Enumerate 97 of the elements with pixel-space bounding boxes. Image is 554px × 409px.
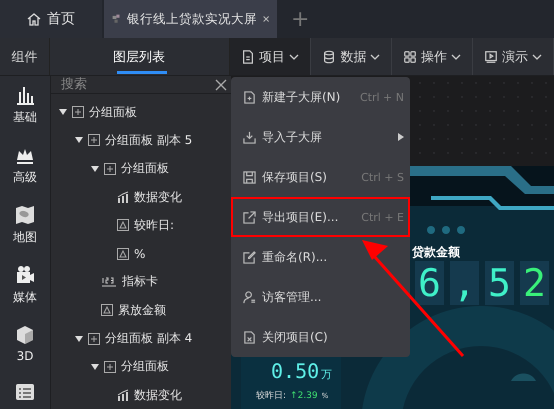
caret-icon[interactable] (75, 336, 83, 342)
menu-item[interactable]: 导入子大屏 (231, 117, 410, 157)
text-frame-icon (101, 304, 113, 316)
layer-label: 指标卡 (122, 273, 158, 290)
document-icon (112, 12, 121, 26)
shortcut-label: Ctrl + N (360, 90, 404, 104)
digit: 2 (520, 261, 549, 305)
layer-item[interactable]: 分组面板 副本 4 (51, 324, 231, 353)
toolbar-menu-button[interactable]: 操作 (392, 38, 474, 75)
digit: 5 (485, 261, 514, 305)
cube-icon (14, 324, 36, 346)
edit-icon (243, 250, 256, 264)
menu-item[interactable]: 关闭项目(C) (231, 317, 410, 357)
user-icon (243, 290, 256, 304)
text-frame-icon (117, 248, 129, 260)
menu-item[interactable]: 新建子大屏(N) Ctrl + N (231, 77, 410, 117)
layer-label: 累放金额 (118, 302, 166, 319)
video-camera-icon (14, 264, 36, 286)
file-icon (241, 50, 255, 64)
caret-icon[interactable] (59, 109, 67, 116)
rail-label[interactable]: 地图 (13, 229, 37, 246)
shortcut-label: Ctrl + E (361, 210, 404, 224)
chevron-down-icon (451, 54, 462, 60)
digit: 6 (415, 261, 444, 305)
menu-item[interactable]: 访客管理... (231, 277, 410, 317)
rail-label[interactable]: 高级 (13, 169, 37, 186)
chevron-down-icon (289, 54, 299, 60)
tab[interactable]: 首页 (0, 0, 102, 38)
layer-item[interactable]: 指标卡 (51, 268, 231, 296)
grid-icon (403, 50, 418, 64)
text-frame-icon (117, 219, 129, 232)
tab-label: 首页 (47, 10, 75, 28)
rail-label[interactable]: 基础 (13, 109, 37, 126)
group-icon (88, 134, 100, 146)
panel-tab[interactable]: 图层列表 (50, 38, 230, 75)
layer-label: % (134, 246, 146, 261)
layer-label: 分组面板 (89, 104, 137, 121)
save-icon (243, 170, 256, 184)
line-chart-icon (117, 191, 129, 204)
chevron-down-icon (370, 54, 380, 60)
layer-item[interactable]: 数据变化 (51, 380, 231, 409)
close-icon[interactable] (215, 78, 227, 90)
rail-label[interactable]: 3D (16, 349, 34, 363)
menu-item[interactable]: 导出项目(E)... Ctrl + E (231, 197, 410, 237)
group-icon (104, 360, 116, 373)
shortcut-label: Ctrl + S (361, 170, 404, 184)
line-chart-icon (117, 389, 129, 402)
layer-item[interactable]: 较昨日: (51, 211, 231, 240)
layer-item[interactable]: 分组面板 (51, 98, 231, 126)
close-file-icon (243, 330, 256, 344)
compare-label: 较昨日: (256, 390, 286, 402)
change-value: ↑2.39 (290, 390, 318, 400)
group-icon (104, 162, 116, 175)
layer-item[interactable]: 分组面板 (51, 154, 231, 183)
rail-label[interactable]: 媒体 (13, 289, 37, 306)
caret-icon[interactable] (75, 137, 83, 144)
panel-tab[interactable]: 组件 (0, 38, 50, 75)
card-value: 0.50 (271, 359, 320, 383)
layer-item[interactable]: 数据变化 (51, 182, 231, 212)
close-icon[interactable] (262, 14, 269, 24)
layer-label: 分组面板 副本 4 (105, 330, 192, 348)
tab-label: 银行线上贷款实况大屏 (126, 10, 257, 28)
layer-label: 数据变化 (134, 188, 182, 206)
chevron-down-icon (532, 54, 542, 60)
digit: , (450, 261, 479, 305)
dashboard-title: 贷款金额 (412, 244, 460, 261)
number-card-icon (101, 276, 117, 288)
home-icon (27, 12, 41, 26)
bar-chart-icon (14, 84, 36, 106)
download-icon (243, 130, 256, 144)
card-unit: 万 (321, 367, 332, 382)
database-icon (322, 50, 336, 64)
external-link-icon (243, 210, 256, 224)
menu-item[interactable]: 保存项目(S) Ctrl + S (231, 157, 410, 197)
menu-item[interactable]: 重命名(R)... (231, 237, 410, 277)
toolbar-menu-button[interactable]: 演示 (473, 38, 554, 75)
group-icon (72, 106, 84, 118)
layer-label: 较昨日: (134, 216, 174, 234)
tab[interactable]: 银行线上贷款实况大屏 (104, 0, 277, 38)
caret-icon[interactable] (91, 364, 99, 370)
layer-item[interactable]: 累放金额 (51, 296, 231, 324)
layer-label: 分组面板 (121, 358, 169, 376)
layer-label: 分组面板 副本 5 (105, 132, 192, 149)
map-icon (14, 204, 36, 226)
group-icon (88, 332, 100, 345)
layer-label: 分组面板 (121, 160, 169, 178)
list-icon (14, 381, 36, 403)
layer-item[interactable]: 分组面板 副本 5 (51, 126, 231, 155)
toolbar-menu-button[interactable]: 项目 (230, 38, 312, 75)
layer-label: 数据变化 (134, 386, 182, 404)
layer-item[interactable]: 分组面板 (51, 352, 231, 381)
search-field[interactable]: 搜索 (59, 76, 215, 93)
layer-item[interactable]: % (51, 239, 231, 268)
caret-icon[interactable] (91, 166, 99, 172)
toolbar-menu-button[interactable]: 数据 (311, 38, 392, 75)
presentation-icon (484, 50, 498, 64)
new-file-icon (243, 90, 256, 104)
